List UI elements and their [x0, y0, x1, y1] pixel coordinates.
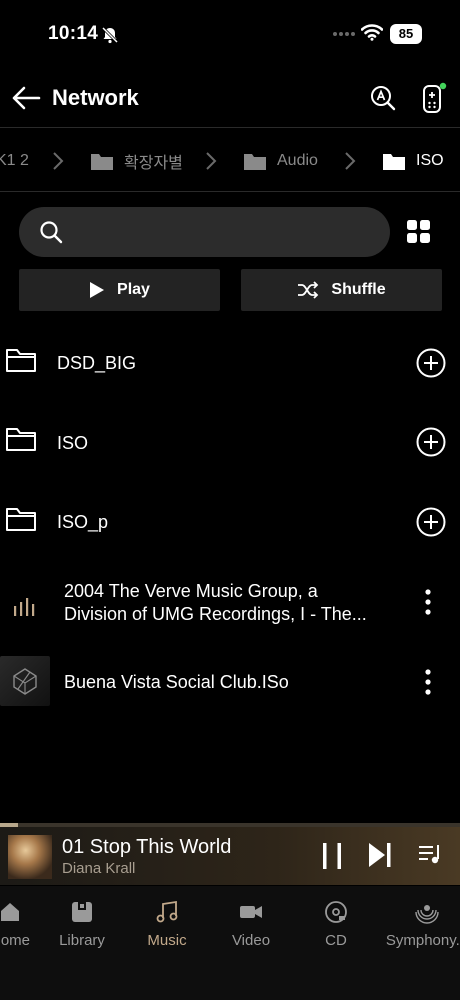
tab-label: Home	[0, 932, 30, 949]
more-vertical-icon[interactable]	[420, 668, 436, 696]
folder-outline-icon	[6, 349, 36, 372]
cd-disc-icon	[325, 901, 347, 923]
breadcrumb: K1 2 확장자별 Audio ISO	[0, 129, 460, 192]
tab-label: Music	[147, 932, 187, 949]
chevron-right-icon	[206, 152, 217, 170]
file-name-line-2: Division of UMG Recordings, I - The...	[64, 604, 367, 624]
bottom-tab-bar: Home Library Music Video CD Symphony...	[0, 886, 460, 1000]
add-circle-icon[interactable]	[416, 427, 446, 457]
breadcrumb-label: 확장자별	[124, 154, 183, 172]
play-button[interactable]: Play	[19, 269, 220, 311]
library-icon	[72, 902, 92, 922]
more-vertical-icon[interactable]	[420, 588, 436, 616]
tab-music[interactable]: Music	[137, 886, 197, 956]
grid-view-icon[interactable]	[406, 219, 432, 245]
breadcrumb-item-k1-2[interactable]: K1 2	[0, 129, 29, 191]
folder-outline-icon	[6, 508, 36, 531]
tab-video[interactable]: Video	[221, 886, 281, 956]
tab-library[interactable]: Library	[52, 886, 112, 956]
play-icon	[90, 282, 105, 298]
breadcrumb-label: Audio	[277, 151, 318, 169]
tab-label: Symphony...	[385, 932, 460, 949]
now-playing-title: 01 Stop This World	[62, 836, 232, 858]
search-input[interactable]	[19, 207, 390, 257]
battery-indicator: 85	[390, 24, 422, 44]
list-item[interactable]: ISO_p	[0, 484, 460, 560]
breadcrumb-item-by-extension[interactable]: 확장자별	[90, 129, 183, 191]
remote-control-icon[interactable]	[421, 82, 447, 114]
shuffle-button[interactable]: Shuffle	[241, 269, 442, 311]
breadcrumb-label: ISO	[416, 151, 444, 169]
play-label: Play	[117, 281, 150, 298]
search-a-icon[interactable]	[370, 85, 396, 111]
status-time: 10:14	[48, 23, 99, 44]
shuffle-icon	[298, 281, 319, 299]
folder-icon	[244, 153, 266, 170]
back-arrow-icon[interactable]	[10, 84, 42, 112]
file-name: Buena Vista Social Club.ISo	[64, 672, 289, 692]
folder-icon	[91, 153, 113, 170]
mini-player[interactable]: 01 Stop This World Diana Krall	[0, 823, 460, 885]
bell-muted-icon	[101, 26, 119, 44]
list-item[interactable]: Buena Vista Social Club.ISo	[0, 644, 460, 720]
status-bar: 10:14 85	[0, 0, 460, 70]
page-title: Network	[52, 85, 139, 110]
chevron-right-icon	[345, 152, 356, 170]
breadcrumb-label: K1 2	[0, 151, 29, 169]
chevron-right-icon	[53, 152, 64, 170]
tab-cd[interactable]: CD	[306, 886, 366, 956]
folder-name: ISO	[57, 433, 89, 453]
queue-list-icon[interactable]	[418, 843, 442, 867]
wifi-icon	[361, 24, 383, 41]
breadcrumb-item-audio[interactable]: Audio	[243, 129, 318, 191]
tab-home[interactable]: Home	[0, 886, 48, 956]
progress-fill	[0, 823, 19, 827]
list-item[interactable]: DSD_BIG	[0, 325, 460, 401]
folder-name: DSD_BIG	[57, 353, 137, 373]
tab-label: CD	[325, 932, 347, 949]
skip-next-icon[interactable]	[368, 842, 392, 868]
now-playing-artwork	[8, 835, 52, 879]
pause-icon[interactable]	[322, 842, 342, 870]
symphony-icon	[415, 905, 439, 924]
add-circle-icon[interactable]	[416, 348, 446, 378]
folder-name: ISO_p	[57, 512, 109, 532]
list-item[interactable]: ISO	[0, 404, 460, 480]
now-playing-artist: Diana Krall	[62, 860, 136, 877]
file-name-line-1: 2004 The Verve Music Group, a	[64, 581, 318, 601]
folder-outline-icon	[6, 428, 36, 451]
tab-label: Library	[59, 932, 105, 949]
shuffle-label: Shuffle	[331, 281, 386, 298]
add-circle-icon[interactable]	[416, 507, 446, 537]
breadcrumb-item-iso[interactable]: ISO	[382, 129, 444, 191]
home-icon	[1, 903, 19, 921]
folder-icon	[383, 153, 405, 170]
tab-label: Video	[231, 932, 271, 949]
playback-progress-bar[interactable]	[0, 823, 460, 827]
signal-dots-icon	[333, 32, 355, 36]
audio-bars-icon	[14, 598, 35, 616]
video-camera-icon	[240, 906, 262, 918]
search-icon	[40, 221, 63, 244]
music-note-icon	[156, 900, 178, 923]
tab-symphony[interactable]: Symphony...	[382, 886, 460, 956]
top-app-bar: Network	[0, 70, 460, 128]
